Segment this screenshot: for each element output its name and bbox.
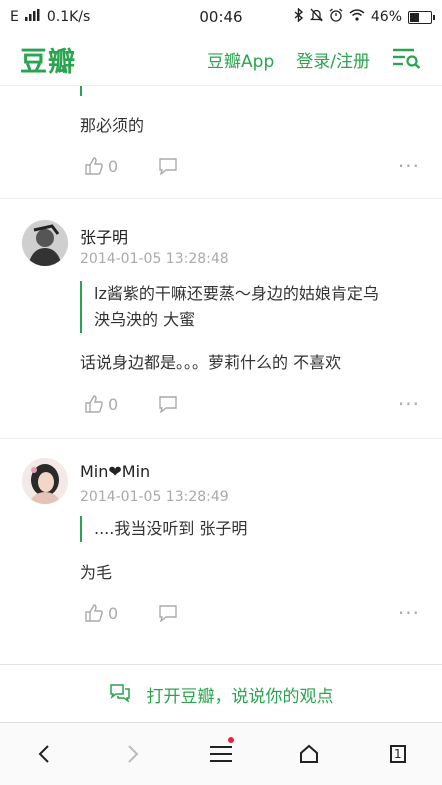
mute-icon: [309, 8, 323, 26]
more-icon[interactable]: ···: [398, 156, 420, 176]
reply-icon[interactable]: [158, 395, 178, 413]
more-icon[interactable]: ···: [398, 603, 420, 623]
like-count: 0: [108, 603, 119, 623]
forward-button[interactable]: [88, 723, 176, 785]
quoted-text: lz酱紫的干嘛还要蒸～身边的姑娘肯定乌 泱乌泱的 大蜜: [80, 281, 410, 333]
open-douban-cta[interactable]: 打开豆瓣，说说你的观点: [0, 664, 442, 723]
avatar[interactable]: [22, 458, 68, 504]
divider: [0, 198, 442, 199]
reply-icon[interactable]: [158, 604, 178, 622]
tabs-icon: 1: [389, 745, 406, 763]
comment-body: 为毛: [80, 563, 113, 582]
reply-icon[interactable]: [158, 157, 178, 175]
like-count: 0: [108, 156, 119, 176]
comment-author[interactable]: 张子明: [80, 224, 128, 248]
comment-actions: 0 ···: [84, 392, 420, 416]
divider: [0, 438, 442, 439]
menu-button[interactable]: [177, 723, 265, 785]
comment-actions: 0 ···: [84, 601, 420, 625]
back-icon: [38, 745, 49, 763]
home-button[interactable]: [265, 723, 353, 785]
wifi-icon: [349, 9, 365, 25]
battery-percent: 46%: [370, 9, 402, 25]
comment-time: 2014-01-05 13:28:49: [80, 489, 229, 505]
quoted-line: ....我当没听到 张子明: [94, 519, 248, 538]
comment-bubble-icon: [109, 682, 131, 707]
quote-bar: [80, 86, 82, 96]
home-icon: [300, 744, 319, 763]
comment-author[interactable]: Min❤Min: [80, 462, 150, 481]
avatar[interactable]: [22, 220, 68, 266]
comment-time: 2014-01-05 13:28:48: [80, 251, 229, 267]
quoted-line: lz酱紫的干嘛还要蒸～身边的姑娘肯定乌: [94, 284, 379, 303]
back-button[interactable]: [0, 723, 88, 785]
like-icon[interactable]: [84, 603, 104, 623]
quoted-text: ....我当没听到 张子明: [80, 516, 410, 542]
network-speed: 0.1K/s: [46, 9, 91, 25]
like-count: 0: [108, 394, 119, 414]
like-icon[interactable]: [84, 394, 104, 414]
comment-body: 话说身边都是。。。萝莉什么的 不喜欢: [80, 353, 342, 372]
comment-feed[interactable]: 那必须的 0 ··· 张子明 2014-01-05 13:28:48 lz酱紫的…: [0, 86, 442, 664]
login-register-link[interactable]: 登录/注册: [296, 47, 370, 72]
signal-icon: [24, 9, 41, 25]
tabs-button[interactable]: 1: [354, 723, 442, 785]
comment-body: 那必须的: [80, 116, 145, 135]
like-icon[interactable]: [84, 156, 104, 176]
douban-app-link[interactable]: 豆瓣App: [207, 47, 274, 72]
menu-search-icon[interactable]: [392, 47, 422, 73]
douban-logo[interactable]: 豆瓣: [20, 40, 76, 79]
battery-icon: [408, 10, 435, 24]
quoted-line: 泱乌泱的 大蜜: [94, 310, 196, 329]
forward-icon: [127, 745, 139, 763]
status-bar: E 0.1K/s 00:46 46%: [0, 0, 442, 34]
bluetooth-icon: [294, 7, 304, 26]
menu-icon: [210, 746, 233, 762]
browser-toolbar: 1: [0, 722, 442, 785]
more-icon[interactable]: ···: [398, 394, 420, 414]
top-nav: 豆瓣 豆瓣App 登录/注册: [0, 34, 442, 86]
carrier-label: E: [10, 9, 19, 25]
cta-label: 打开豆瓣，说说你的观点: [146, 686, 334, 707]
comment-actions: 0 ···: [84, 154, 420, 178]
notification-dot: [228, 737, 235, 743]
alarm-icon: [329, 8, 343, 26]
